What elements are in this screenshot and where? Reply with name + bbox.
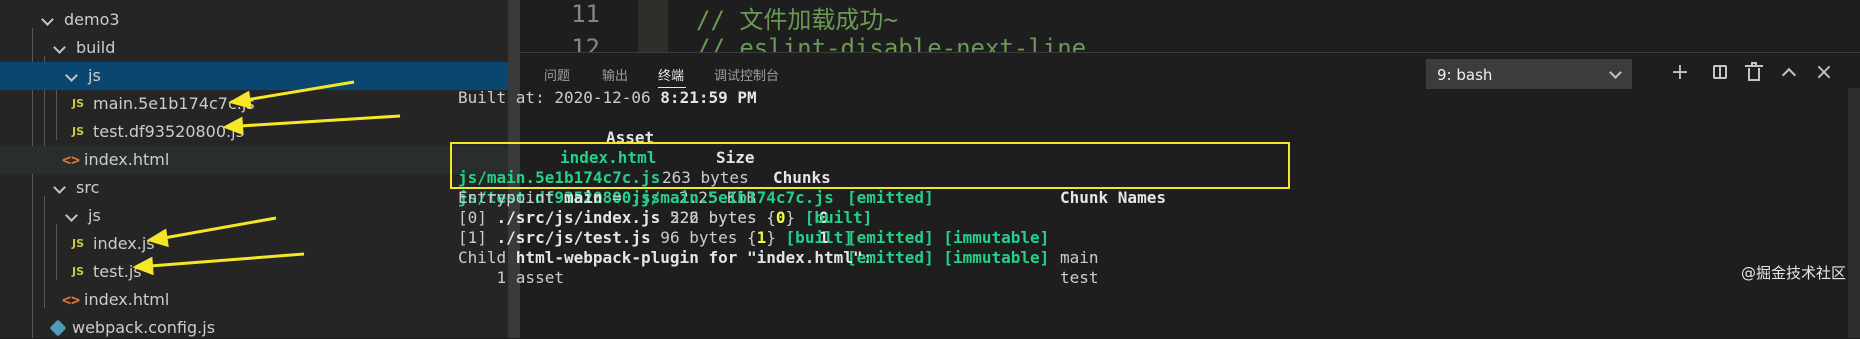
html-file-icon: <> xyxy=(62,151,81,169)
terminal-header-row: Asset Size Chunks Chunk Names xyxy=(458,108,1166,207)
tree-folder-demo3[interactable]: demo3 xyxy=(0,6,508,34)
js-file-icon: JS xyxy=(72,97,85,110)
terminal-output[interactable]: Built at: 2020-12-06 8:21:59 PM Asset Si… xyxy=(458,86,1838,338)
tab-output[interactable]: 输出 xyxy=(602,65,628,84)
close-panel-button[interactable]: × xyxy=(1810,59,1838,87)
tab-terminal[interactable]: 终端 xyxy=(658,65,684,84)
header-chunk-names: Chunk Names xyxy=(1060,188,1166,207)
tree-file-test-bundle[interactable]: JS test.df93520800.js xyxy=(0,118,508,146)
asset-status: [emitted] xyxy=(847,188,934,207)
tab-problems[interactable]: 问题 xyxy=(544,65,570,84)
plus-icon: + xyxy=(1670,60,1690,85)
terminal-line-module-1: [1] ./src/js/test.js 96 bytes {1} [built… xyxy=(458,228,853,247)
tree-folder-src-js[interactable]: js xyxy=(0,202,508,230)
code-comment-line: // eslint-disable-next-line xyxy=(696,34,1087,52)
tree-file-main-bundle[interactable]: JS main.5e1b174c7c.js xyxy=(0,90,508,118)
webpack-config-icon xyxy=(49,319,67,337)
close-icon: × xyxy=(1814,60,1834,85)
header-size: Size xyxy=(716,148,755,167)
tree-item-label: src xyxy=(76,178,100,197)
tree-item-label: build xyxy=(76,38,116,57)
tree-item-label: main.5e1b174c7c.js xyxy=(93,94,255,113)
kill-terminal-button[interactable] xyxy=(1740,59,1768,87)
terminal-line-module-0: [0] ./src/js/index.js 522 bytes {0} [bui… xyxy=(458,208,873,227)
terminal-row-index-html: index.html 263 bytes [emitted] xyxy=(458,128,934,207)
tree-file-test-js[interactable]: JS test.js xyxy=(0,258,508,286)
line-number: 12 xyxy=(571,34,600,52)
tree-file-src-index-html[interactable]: <> index.html xyxy=(0,286,508,314)
asset-status: [emitted] [immutable] xyxy=(847,228,1050,247)
editor-gutter xyxy=(638,0,668,52)
tree-item-label: js xyxy=(88,206,101,225)
tree-folder-src[interactable]: src xyxy=(0,174,508,202)
tree-item-label: webpack.config.js xyxy=(72,318,216,337)
asset-chunk-name: main xyxy=(1060,248,1099,267)
tree-item-label: index.html xyxy=(84,150,170,169)
terminal-line-entrypoint: Entrypoint main = js/main.5e1b174c7c.js xyxy=(458,188,834,207)
terminal-select-value: 9: bash xyxy=(1437,66,1493,84)
tree-file-index-js[interactable]: JS index.js xyxy=(0,230,508,258)
terminal-instance-select[interactable]: 9: bash xyxy=(1426,59,1632,89)
chevron-down-icon xyxy=(65,209,78,222)
line-number: 11 xyxy=(571,0,600,28)
terminal-row-test-js: js/test.df93520800.js 226 bytes 1 [emitt… xyxy=(458,168,1099,287)
chevron-up-icon xyxy=(1781,67,1797,83)
asset-size: 263 bytes xyxy=(662,168,749,187)
js-file-icon: JS xyxy=(72,237,85,250)
tree-folder-build-js[interactable]: js xyxy=(0,62,508,90)
tree-file-build-index-html[interactable]: <> index.html xyxy=(0,146,508,174)
tree-folder-build[interactable]: build xyxy=(0,34,508,62)
tree-item-label: js xyxy=(88,66,101,85)
chevron-down-icon xyxy=(41,13,54,26)
chevron-down-icon xyxy=(53,41,66,54)
chevron-down-icon xyxy=(53,181,66,194)
maximize-panel-button[interactable] xyxy=(1774,59,1802,87)
file-explorer: demo3 build js JS main.5e1b174c7c.js JS … xyxy=(0,0,508,338)
js-file-icon: JS xyxy=(72,125,85,138)
terminal-line-built-at: Built at: 2020-12-06 8:21:59 PM xyxy=(458,88,757,107)
terminal-line-child: Child html-webpack-plugin for "index.htm… xyxy=(458,248,873,267)
chevron-down-icon xyxy=(65,69,78,82)
tree-item-label: demo3 xyxy=(64,10,120,29)
split-icon xyxy=(1713,65,1727,79)
terminal-scrollbar[interactable] xyxy=(1848,88,1860,338)
html-file-icon: <> xyxy=(62,291,81,309)
tree-item-label: index.js xyxy=(93,234,155,253)
code-comment-line: // 文件加载成功~ xyxy=(696,6,898,34)
watermark: @掘金技术社区 xyxy=(1740,264,1846,282)
header-asset: Asset xyxy=(606,128,655,147)
js-file-icon: JS xyxy=(72,265,85,278)
asset-chunk-name: test xyxy=(1060,268,1099,287)
asset-name: index.html xyxy=(560,148,657,167)
new-terminal-button[interactable]: + xyxy=(1666,59,1694,87)
chevron-down-icon xyxy=(1609,66,1622,79)
tree-item-label: index.html xyxy=(84,290,170,309)
split-terminal-button[interactable] xyxy=(1706,59,1734,87)
terminal-row-main-js: js/main.5e1b174c7c.js 2.25 KiB 0 [emitte… xyxy=(458,148,1099,267)
header-chunks: Chunks xyxy=(773,168,831,187)
tree-item-label: test.df93520800.js xyxy=(93,122,244,141)
tab-debug-console[interactable]: 调试控制台 xyxy=(714,65,779,84)
terminal-line-asset-count: 1 asset xyxy=(458,268,564,287)
code-editor[interactable]: 11 // 文件加载成功~ 12 // eslint-disable-next-… xyxy=(520,0,1860,52)
tree-item-label: test.js xyxy=(93,262,142,281)
asset-status: [emitted] [immutable] xyxy=(847,248,1050,267)
tree-file-webpack-config[interactable]: webpack.config.js xyxy=(0,314,508,338)
